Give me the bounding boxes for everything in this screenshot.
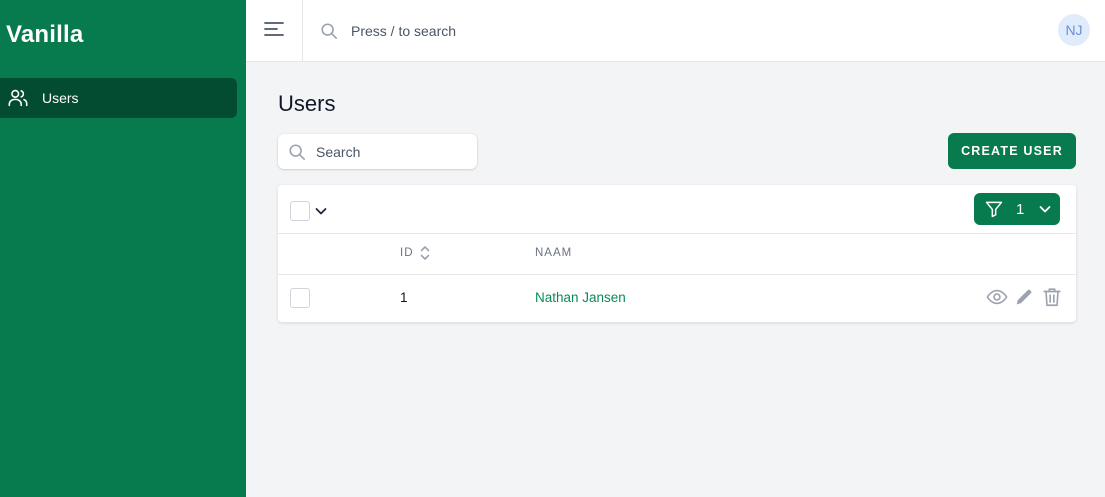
filter-count: 1: [1016, 200, 1025, 218]
select-all-checkbox[interactable]: [290, 201, 310, 221]
row-checkbox[interactable]: [290, 288, 310, 308]
top-bar: NJ: [246, 0, 1105, 62]
users-search-input[interactable]: [316, 134, 471, 169]
users-table: 1 ID NAAM 1 Nathan Jansen: [278, 185, 1076, 322]
sidebar: Vanilla Users: [0, 0, 246, 497]
chevron-down-icon: [1038, 202, 1052, 216]
users-icon: [7, 87, 29, 109]
search-icon: [320, 22, 338, 40]
pencil-icon[interactable]: [1013, 286, 1035, 308]
menu-icon: [264, 21, 284, 42]
sidebar-item-users[interactable]: Users: [0, 78, 237, 118]
filter-icon: [984, 199, 1004, 219]
filter-button[interactable]: 1: [974, 193, 1060, 225]
bulk-actions-chevron-down-icon[interactable]: [314, 204, 328, 218]
sidebar-item-label: Users: [42, 90, 79, 106]
table-row: 1 Nathan Jansen: [278, 275, 1076, 322]
menu-toggle-button[interactable]: [246, 0, 303, 62]
column-header-naam: NAAM: [535, 247, 573, 259]
eye-icon[interactable]: [986, 286, 1008, 308]
app-brand: Vanilla: [6, 21, 84, 48]
table-header: ID NAAM: [278, 234, 1076, 275]
trash-icon[interactable]: [1041, 286, 1063, 308]
cell-id: 1: [400, 290, 408, 305]
global-search-input[interactable]: [343, 18, 643, 44]
users-search: [278, 134, 477, 169]
user-avatar[interactable]: NJ: [1058, 14, 1090, 46]
sort-icon[interactable]: [419, 244, 431, 262]
search-icon: [288, 143, 306, 161]
page-title: Users: [278, 91, 336, 116]
column-header-id[interactable]: ID: [400, 247, 414, 259]
table-toolbar: 1: [278, 185, 1076, 234]
create-user-button[interactable]: CREATE USER: [948, 133, 1076, 169]
cell-naam-link[interactable]: Nathan Jansen: [535, 290, 626, 305]
